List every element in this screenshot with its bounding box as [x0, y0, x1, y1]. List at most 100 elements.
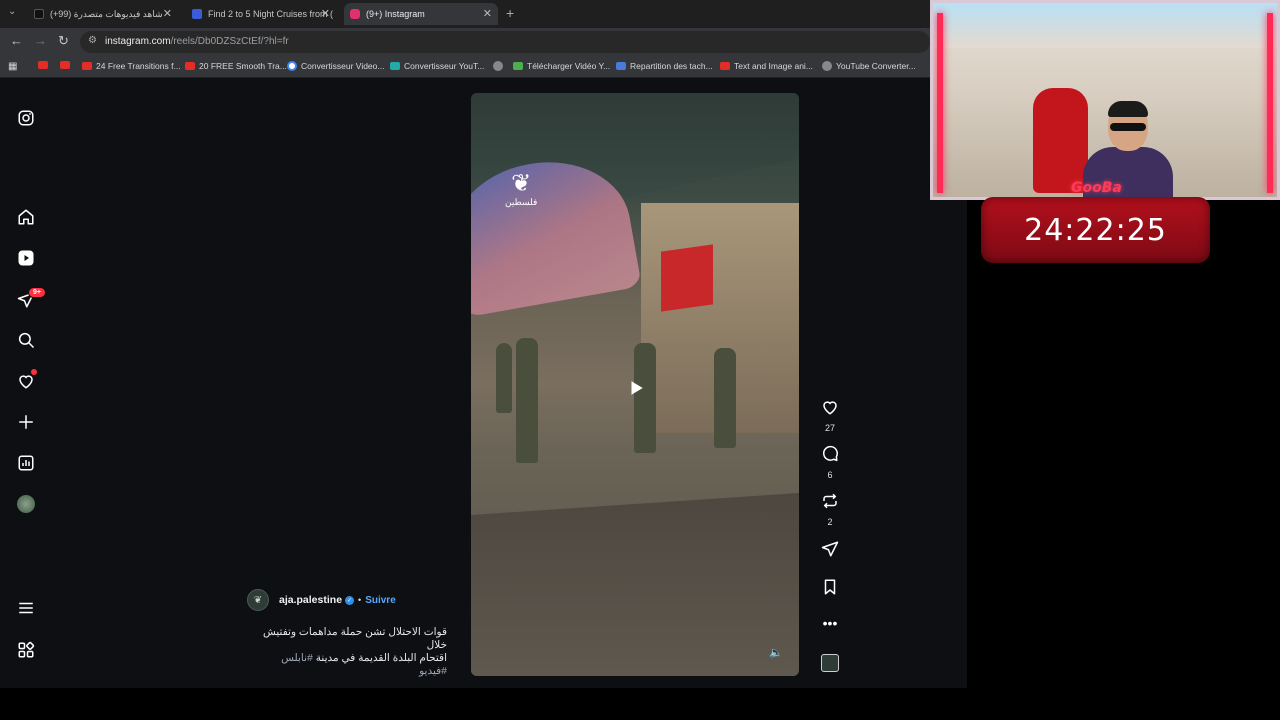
youtube-icon: [185, 62, 195, 70]
bookmark-item[interactable]: 20 FREE Smooth Tra...: [185, 61, 287, 71]
bookmark-label: Text and Image ani...: [734, 61, 813, 71]
tab-search-icon[interactable]: ⌄: [8, 6, 16, 17]
download-icon: [513, 62, 523, 70]
close-icon[interactable]: ✕: [483, 7, 492, 20]
instagram-logo-icon[interactable]: [16, 108, 36, 128]
threads-apps-icon[interactable]: [16, 640, 36, 660]
bookmark-item[interactable]: 24 Free Transitions f...: [82, 61, 181, 71]
tab-instagram[interactable]: (9+) Instagram ✕: [344, 3, 498, 25]
comment-count: 6: [827, 470, 833, 480]
bookmark-item[interactable]: [38, 61, 52, 69]
profile-avatar[interactable]: [16, 494, 36, 514]
heart-icon[interactable]: [16, 369, 37, 391]
video-scene: [714, 348, 736, 448]
url-domain: instagram.com: [105, 36, 171, 47]
tab-label: شاهد فيديوهات متصدرة (99+): [50, 8, 163, 19]
youtube-icon: [60, 61, 70, 69]
close-icon[interactable]: ✕: [321, 7, 330, 20]
bookmark-item[interactable]: [493, 61, 507, 71]
timer-value: 24:22:25: [1024, 212, 1167, 248]
home-icon[interactable]: [16, 207, 36, 227]
back-icon[interactable]: ←: [10, 33, 23, 48]
video-scene: [661, 244, 713, 312]
site-info-icon[interactable]: ⚙: [88, 35, 97, 46]
play-button[interactable]: [621, 373, 651, 403]
bookmark-label: Convertisseur YouT...: [404, 61, 485, 71]
comment-button[interactable]: 6: [815, 445, 845, 480]
youtube-icon: [82, 62, 92, 70]
bookmark-item[interactable]: Text and Image ani...: [720, 61, 813, 71]
create-plus-icon[interactable]: [16, 412, 36, 432]
apps-grid-icon[interactable]: ▦: [8, 61, 17, 72]
tiktok-icon: [34, 9, 44, 19]
reel-caption: قوات الاحتلال تشن حملة مداهمات وتفتيش خل…: [247, 626, 447, 678]
search-icon[interactable]: [16, 330, 36, 350]
repost-button[interactable]: 2: [815, 492, 845, 527]
browser-tab-bar: ⌄ شاهد فيديوهات متصدرة (99+) ✕ Find 2 to…: [0, 0, 935, 28]
reels-icon[interactable]: [16, 248, 36, 268]
aljazeera-logo-icon: ❦: [511, 170, 532, 197]
docs-icon: [616, 62, 626, 70]
webcam-ceiling: [933, 3, 1277, 48]
hashtag-link[interactable]: #نابلس: [281, 652, 313, 664]
more-options-icon[interactable]: •••: [815, 616, 845, 630]
tab-label: Find 2 to 5 Night Cruises from (: [208, 9, 334, 19]
caption-line: قوات الاحتلال تشن حملة مداهمات وتفتيش خل…: [262, 626, 447, 651]
reel-video[interactable]: ❦ فلسطين 🔈: [471, 93, 799, 676]
google-icon: [287, 61, 297, 71]
webcam-overlay: GooBa: [930, 0, 1280, 200]
address-bar[interactable]: ⚙ instagram.com/reels/Db0DZSzCtEf/?hl=fr: [80, 31, 930, 53]
forward-icon[interactable]: →: [34, 33, 47, 48]
instagram-favicon-icon: [350, 9, 360, 19]
watermark-text: فلسطين: [505, 197, 538, 207]
gaming-chair: [1033, 88, 1088, 193]
share-button[interactable]: [815, 540, 845, 563]
bookmark-item[interactable]: Repartition des tach...: [616, 61, 713, 71]
bookmark-item[interactable]: Convertisseur YouT...: [390, 61, 484, 71]
bookmark-label: YouTube Converter...: [836, 61, 916, 71]
new-tab-icon[interactable]: +: [506, 5, 514, 21]
like-count: 27: [824, 423, 835, 433]
tab-cruises[interactable]: Find 2 to 5 Night Cruises from ( ✕: [186, 3, 336, 25]
bookmark-item[interactable]: YouTube Converter...: [822, 61, 916, 71]
cruise-icon: [192, 9, 202, 19]
notification-dot: [31, 369, 37, 375]
heart-icon: [823, 401, 837, 415]
sound-icon[interactable]: 🔈: [769, 646, 783, 659]
author-username[interactable]: aja.palestine: [279, 594, 342, 606]
hashtag-link[interactable]: #فيديو: [247, 665, 447, 678]
bookmark-item[interactable]: [60, 61, 74, 69]
caption-line: اقتحام البلدة القديمة في مدينة: [315, 652, 447, 664]
audio-thumbnail[interactable]: [815, 654, 845, 677]
youtube-icon: [720, 62, 730, 70]
video-scene: [516, 338, 538, 463]
tab-label: (9+) Instagram: [366, 9, 425, 19]
repost-icon: [823, 493, 837, 509]
reload-icon[interactable]: ↻: [58, 33, 69, 49]
globe-icon: [822, 61, 832, 71]
neon-light: [1267, 13, 1273, 193]
send-icon: [821, 541, 839, 557]
bookmark-item[interactable]: Télécharger Vidéo Y...: [513, 61, 610, 71]
bookmark-label: Télécharger Vidéo Y...: [527, 61, 611, 71]
notification-badge: 9+: [28, 287, 46, 298]
messages-icon[interactable]: 9+: [16, 287, 46, 310]
bookmark-item[interactable]: Convertisseur Video...: [287, 61, 384, 71]
close-icon[interactable]: ✕: [163, 7, 172, 20]
save-button[interactable]: [815, 578, 845, 601]
dashboard-icon[interactable]: [16, 453, 36, 473]
menu-icon[interactable]: [16, 598, 36, 618]
youtube-icon: [38, 61, 48, 69]
bookmark-label: 20 FREE Smooth Tra...: [199, 61, 287, 71]
tab-youtube-videos[interactable]: شاهد فيديوهات متصدرة (99+) ✕: [28, 3, 178, 25]
bookmark-label: Convertisseur Video...: [301, 61, 385, 71]
follow-button[interactable]: Suivre: [365, 595, 396, 606]
comment-icon: [823, 445, 838, 462]
author-avatar[interactable]: ❦: [247, 589, 269, 611]
url-path: /reels/Db0DZSzCtEf/?hl=fr: [170, 36, 289, 47]
countdown-timer: 24:22:25: [981, 197, 1210, 263]
aljazeera-watermark: ❦ فلسطين: [505, 171, 537, 208]
video-scene: [471, 493, 799, 676]
like-button[interactable]: 27: [815, 398, 845, 433]
streamer-name: GooBa: [1071, 180, 1122, 196]
